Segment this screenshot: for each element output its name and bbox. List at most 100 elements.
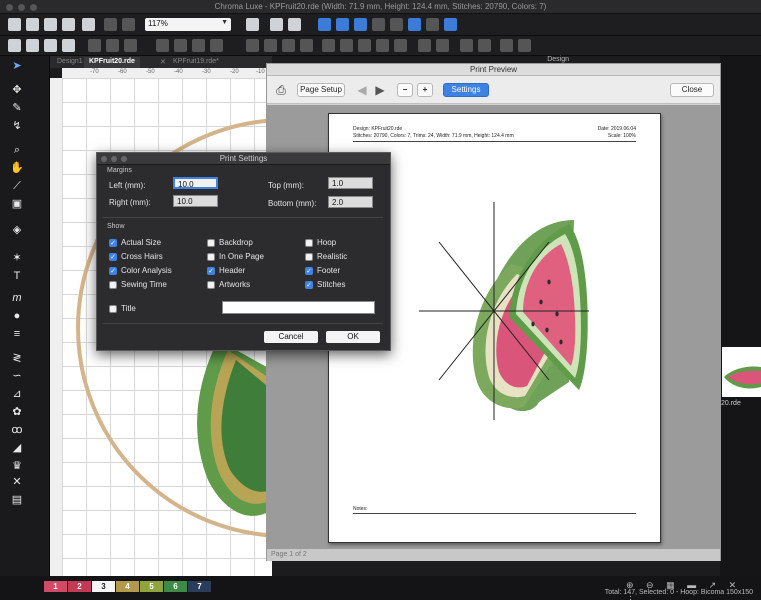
center-icon[interactable] (518, 39, 531, 52)
cross-hairs-checkbox[interactable]: ✓ Cross Hairs (109, 252, 163, 261)
rotate-right-icon[interactable] (300, 39, 313, 52)
spiral-icon[interactable]: ꝏ (10, 424, 24, 436)
align-bottom-icon[interactable] (394, 39, 407, 52)
color-chip[interactable]: 1 (44, 581, 67, 592)
footer-checkbox[interactable]: ✓ Footer (305, 266, 340, 275)
zoom-select[interactable]: 117% ▼ (145, 18, 231, 31)
bring-front-icon[interactable] (88, 39, 101, 52)
upload-icon[interactable] (82, 18, 95, 31)
send-back-icon[interactable] (106, 39, 119, 52)
printer-icon[interactable]: ⎙ (273, 82, 289, 98)
copy-icon[interactable] (418, 39, 431, 52)
pointer-icon[interactable]: ➤ (10, 60, 24, 72)
undo-icon[interactable] (104, 18, 117, 31)
cancel-button[interactable]: Cancel (264, 331, 318, 343)
motif-icon[interactable]: ✿ (10, 406, 24, 418)
comment-icon[interactable] (426, 18, 439, 31)
ok-button[interactable]: OK (326, 331, 380, 343)
color-chip[interactable]: 7 (188, 581, 211, 592)
color-chip[interactable]: 5 (140, 581, 163, 592)
eyedropper-icon[interactable]: ⟋ (10, 180, 24, 192)
left-margin-input[interactable]: 10.0 (173, 177, 218, 189)
lock-icon[interactable] (270, 18, 283, 31)
stitches-checkbox[interactable]: ✓ Stitches (305, 280, 345, 289)
running-stitch-icon[interactable]: ∽ (10, 370, 24, 382)
flip-horizontal-icon[interactable] (246, 39, 259, 52)
top-margin-input[interactable]: 1.0 (328, 177, 373, 189)
duplicate-icon[interactable] (124, 39, 137, 52)
zoom-in-button[interactable]: + (417, 83, 433, 97)
settings-button[interactable]: Settings (443, 83, 489, 97)
layer-icon[interactable] (460, 39, 473, 52)
zoom-icon[interactable]: ⌕ (10, 144, 24, 156)
save-icon[interactable] (44, 18, 57, 31)
right-margin-input[interactable]: 10.0 (173, 195, 218, 207)
fill-tool-icon[interactable]: ● (10, 310, 24, 322)
paste-icon[interactable] (436, 39, 449, 52)
stitch-view-icon[interactable] (354, 18, 367, 31)
grid-view-icon[interactable] (336, 18, 349, 31)
group-icon[interactable] (44, 39, 57, 52)
design-thumbnail[interactable] (722, 347, 761, 397)
node-edit-icon[interactable]: ✥ (10, 84, 24, 96)
color-chip[interactable]: 4 (116, 581, 139, 592)
lasso-icon[interactable] (210, 39, 223, 52)
color-chip[interactable]: 3 (92, 581, 115, 592)
image-icon[interactable] (390, 18, 403, 31)
select-all-icon[interactable] (8, 39, 21, 52)
title-checkbox[interactable]: Title (109, 304, 136, 313)
bezier-icon[interactable]: ↯ (10, 120, 24, 132)
close-button[interactable]: Close (670, 83, 714, 97)
monogram-icon[interactable]: m (10, 292, 24, 304)
redo-icon[interactable] (122, 18, 135, 31)
zoom-fit-icon[interactable] (246, 18, 259, 31)
rotate-left-icon[interactable] (282, 39, 295, 52)
tab-design1[interactable]: Design1 (52, 57, 88, 68)
previous-page-icon[interactable]: ◀ (353, 82, 371, 98)
canvas-watermelon-design[interactable] (188, 340, 272, 525)
target-icon[interactable] (26, 39, 39, 52)
cross-stitch-icon[interactable]: ✕ (10, 476, 24, 488)
nodes-icon[interactable] (372, 18, 385, 31)
align-top-icon[interactable] (358, 39, 371, 52)
sewing-time-checkbox[interactable]: Sewing Time (109, 280, 167, 289)
header-checkbox[interactable]: ✓ Header (207, 266, 245, 275)
crown-icon[interactable]: ♛ (10, 460, 24, 472)
zigzag-icon[interactable]: ≷ (10, 352, 24, 364)
shape-icon[interactable]: ◈ (10, 224, 24, 236)
pattern-icon[interactable] (192, 39, 205, 52)
hand-icon[interactable]: ✋ (10, 162, 24, 174)
text-tool-icon[interactable]: T (10, 270, 24, 282)
backdrop-checkbox[interactable]: Backdrop (207, 238, 253, 247)
align-left-icon[interactable] (322, 39, 335, 52)
open-folder-icon[interactable] (26, 18, 39, 31)
in-one-page-checkbox[interactable]: In One Page (207, 252, 264, 261)
tab-kpfruit20[interactable]: KPFruit20.rde (84, 57, 140, 68)
new-file-icon[interactable] (8, 18, 21, 31)
triangle-tool-icon[interactable]: ◢ (10, 442, 24, 454)
realistic-checkbox[interactable]: Realistic (305, 252, 347, 261)
list-tool-icon[interactable]: ≡ (10, 328, 24, 340)
next-page-icon[interactable]: ▶ (371, 82, 389, 98)
pen-icon[interactable]: ✎ (10, 102, 24, 114)
preview-icon[interactable] (444, 18, 457, 31)
image-tool-icon[interactable]: ▣ (10, 198, 24, 210)
hoop-checkbox[interactable]: Hoop (305, 238, 336, 247)
actual-size-checkbox[interactable]: ✓ Actual Size (109, 238, 161, 247)
flip-vertical-icon[interactable] (264, 39, 277, 52)
bottom-margin-input[interactable]: 2.0 (328, 196, 373, 208)
page-setup-button[interactable]: Page Setup (297, 83, 345, 97)
artworks-checkbox[interactable]: Artworks (207, 280, 250, 289)
color-chip[interactable]: 2 (68, 581, 91, 592)
color-chip[interactable]: 6 (164, 581, 187, 592)
align-center-icon[interactable] (376, 39, 389, 52)
save-as-icon[interactable] (62, 18, 75, 31)
view-3d-icon[interactable] (318, 18, 331, 31)
record-icon[interactable] (62, 39, 75, 52)
zoom-out-button[interactable]: − (397, 83, 413, 97)
color-analysis-checkbox[interactable]: ✓ Color Analysis (109, 266, 172, 275)
dialog-window-controls[interactable] (101, 156, 127, 162)
thread-icon[interactable] (288, 18, 301, 31)
frame-icon[interactable] (156, 39, 169, 52)
layer-2-icon[interactable] (478, 39, 491, 52)
